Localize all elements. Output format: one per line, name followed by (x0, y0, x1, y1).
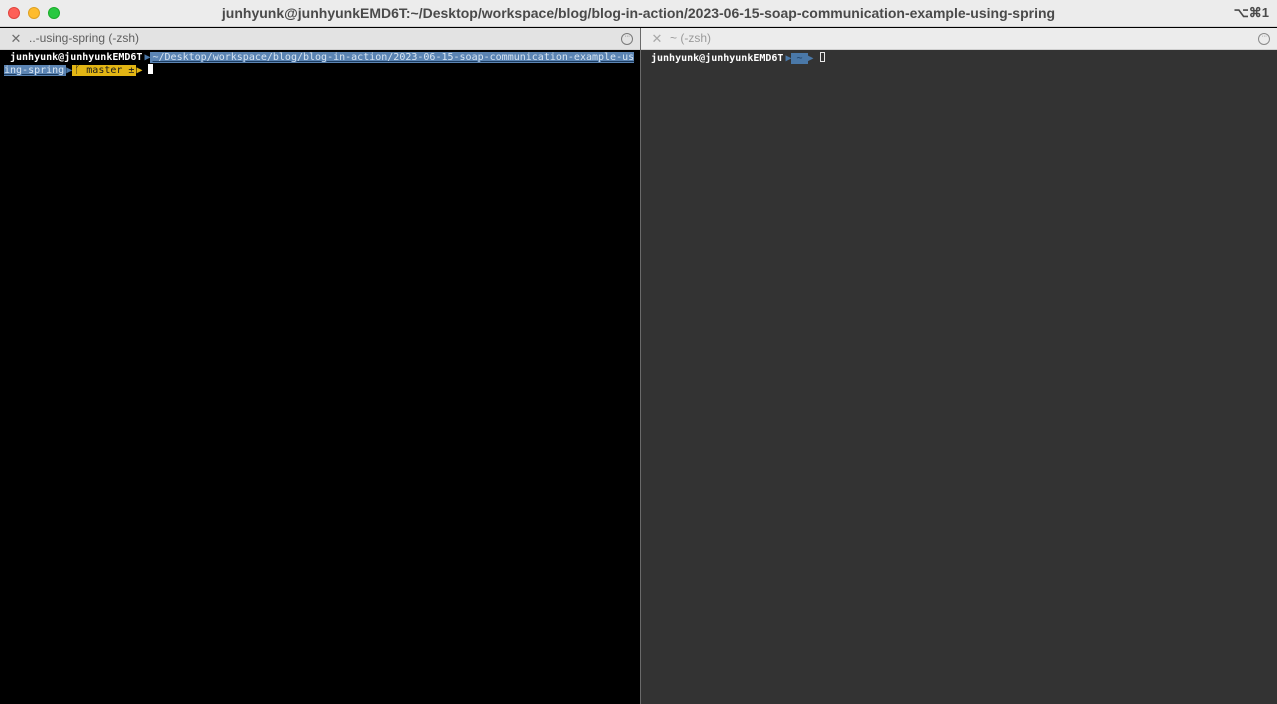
terminal-cursor (148, 64, 154, 74)
right-pane-tab-title: ~ (-zsh) (670, 31, 712, 45)
prompt-path: ~ (791, 53, 808, 64)
prompt-user: junhyunk@junhyunkEMD6T (4, 52, 145, 63)
terminal-window: junhyunk@junhyunkEMD6T:~/Desktop/workspa… (0, 0, 1277, 704)
left-pane-tab-title: ..-using-spring (-zsh) (29, 31, 140, 45)
branch-icon: ᚴ (74, 65, 81, 76)
more-icon[interactable]: ··· (621, 33, 633, 45)
git-branch: master ± (86, 65, 135, 76)
chevron-right-icon: ▶ (136, 65, 143, 76)
chevron-right-icon: ▶ (807, 53, 814, 64)
close-icon[interactable]: ✕ (650, 31, 664, 47)
right-terminal-output[interactable]: junhyunk@junhyunkEMD6T ▶ ~ ▶ (645, 52, 1273, 65)
terminal-cursor (819, 52, 825, 62)
left-terminal-output[interactable]: junhyunk@junhyunkEMD6T ▶ ~/Desktop/workspa… (4, 52, 636, 77)
git-branch-segment: ᚴ master ± (72, 65, 137, 76)
close-icon[interactable]: ✕ (9, 31, 23, 47)
title-bar[interactable]: junhyunk@junhyunkEMD6T:~/Desktop/workspa… (0, 0, 1277, 27)
prompt-user: junhyunk@junhyunkEMD6T (645, 53, 786, 64)
left-pane[interactable]: ✕ ..-using-spring (-zsh) ··· junhyunk@ju… (0, 28, 640, 704)
right-pane-tab[interactable]: ✕ ~ (-zsh) ··· (641, 28, 1277, 50)
window-title: junhyunk@junhyunkEMD6T:~/Desktop/workspa… (221, 5, 1056, 21)
more-icon[interactable]: ··· (1258, 33, 1270, 45)
left-pane-tab[interactable]: ✕ ..-using-spring (-zsh) ··· (0, 28, 640, 50)
right-pane[interactable]: ✕ ~ (-zsh) ··· junhyunk@junhyunkEMD6T ▶ ~ ▶ (641, 28, 1277, 704)
window-shortcut: ⌥⌘1 (1233, 5, 1269, 20)
